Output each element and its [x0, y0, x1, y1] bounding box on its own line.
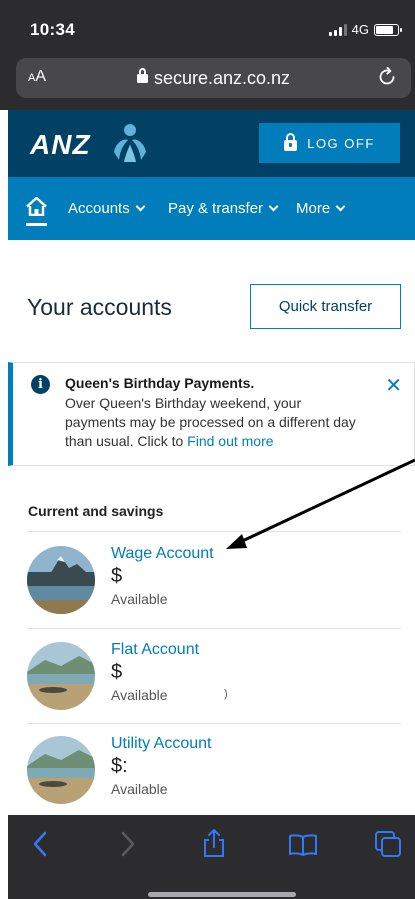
account-row[interactable]: Wage Account $ Available [27, 534, 401, 629]
anz-logo-mark-icon [114, 124, 146, 162]
forward-icon[interactable] [120, 831, 136, 857]
status-indicators: 4G [328, 22, 402, 37]
chevron-down-icon [335, 201, 346, 212]
lock-icon [284, 132, 298, 151]
account-available-label: Available [111, 687, 168, 703]
anz-logo[interactable]: ANZ [30, 129, 91, 161]
home-indicator[interactable] [148, 892, 296, 897]
account-balance: $ [111, 565, 123, 587]
nav-accounts-label: Accounts [68, 200, 130, 217]
nav-pay-transfer-label: Pay & transfer [168, 200, 264, 217]
log-off-button[interactable]: LOG OFF [259, 123, 400, 163]
account-avatar [27, 546, 95, 614]
site-header: ANZ LOG OFF [8, 110, 415, 177]
account-balance: $ [111, 661, 123, 683]
tabs-icon[interactable] [374, 830, 402, 858]
status-bar: 10:34 4G [0, 0, 415, 55]
status-time: 10:34 [30, 20, 75, 39]
divider [27, 628, 401, 629]
section-heading: Current and savings [28, 503, 164, 519]
nav-more[interactable]: More [296, 200, 346, 217]
browser-toolbar [8, 815, 415, 899]
browser-address-area: AA secure.anz.co.nz [0, 55, 415, 110]
account-avatar [27, 642, 95, 710]
account-available-label: Availablе [111, 781, 168, 797]
main-nav: Accounts Pay & transfer More [8, 177, 415, 240]
account-name[interactable]: Utility Account [111, 735, 211, 753]
home-active-indicator [26, 223, 47, 226]
log-off-label: LOG OFF [307, 135, 375, 151]
share-icon[interactable] [202, 828, 226, 858]
url-display[interactable]: secure.anz.co.nz [16, 68, 411, 89]
screen: 10:34 4G AA secure.anz.co.nz ANZ LOG OFF… [0, 0, 415, 899]
reload-icon[interactable] [375, 65, 399, 89]
find-out-more-link[interactable]: Find out more [187, 433, 273, 449]
nav-accounts[interactable]: Accounts [68, 200, 146, 217]
chevron-down-icon [135, 201, 146, 212]
battery-icon [374, 23, 402, 36]
back-icon[interactable] [32, 831, 48, 857]
lock-icon [136, 68, 148, 83]
account-available-label: Available [111, 591, 168, 607]
divider [27, 531, 401, 532]
close-icon[interactable]: ✕ [385, 373, 402, 398]
chevron-down-icon [268, 201, 279, 212]
account-name[interactable]: Wage Account [111, 545, 214, 563]
address-bar[interactable]: AA secure.anz.co.nz [16, 58, 411, 98]
account-balance: $: [111, 755, 128, 777]
info-icon: i [31, 375, 50, 394]
url-text: secure.anz.co.nz [153, 68, 291, 88]
page-title: Your accounts [27, 294, 172, 320]
home-icon[interactable] [26, 197, 47, 216]
signal-icon [328, 23, 347, 36]
account-name[interactable]: Flat Account [111, 641, 199, 659]
notice-banner: i Queen's Birthday Payments. Over Queen'… [8, 362, 415, 466]
account-row[interactable]: Flat Account $ Available ) [27, 630, 401, 725]
account-row[interactable]: Utility Account $: Availablе [27, 724, 401, 819]
bookmarks-icon[interactable] [288, 833, 318, 857]
account-avatar [27, 736, 95, 804]
quick-transfer-button[interactable]: Quick transfer [250, 284, 401, 329]
nav-pay-transfer[interactable]: Pay & transfer [168, 200, 279, 217]
notice-body: Over Queen's Birthday weekend, your paym… [65, 394, 365, 451]
network-label: 4G [351, 22, 369, 37]
account-redacted-mark: ) [224, 688, 228, 700]
notice-title: Queen's Birthday Payments. [65, 375, 255, 391]
nav-more-label: More [296, 200, 331, 217]
